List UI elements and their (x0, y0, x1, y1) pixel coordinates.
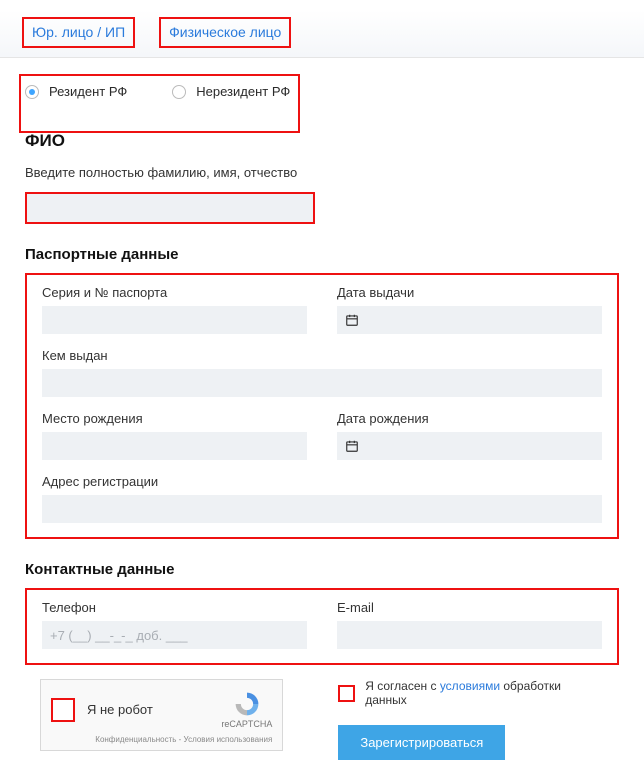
calendar-icon (345, 439, 359, 453)
tab-legal-entity[interactable]: Юр. лицо / ИП (20, 10, 137, 57)
radio-resident-rf-label: Резидент РФ (49, 84, 127, 99)
entity-type-tabs: Юр. лицо / ИП Физическое лицо (0, 10, 644, 58)
radio-indicator (25, 85, 39, 99)
passport-issued-by-label: Кем выдан (42, 348, 602, 363)
phone-label: Телефон (42, 600, 307, 615)
fio-helper: Введите полностью фамилию, имя, отчество (25, 165, 619, 180)
register-button[interactable]: Зарегистрироваться (338, 725, 505, 760)
reg-address-label: Адрес регистрации (42, 474, 602, 489)
passport-series-input[interactable] (42, 306, 307, 334)
recaptcha-checkbox[interactable] (51, 698, 75, 722)
consent-text: Я согласен с условиями обработки данных (365, 679, 604, 707)
email-label: E-mail (337, 600, 602, 615)
phone-input[interactable] (42, 621, 307, 649)
recaptcha-label: Я не робот (87, 702, 153, 717)
consent-prefix: Я согласен с (365, 679, 440, 693)
passport-series-label: Серия и № паспорта (42, 285, 307, 300)
tab-individual-label: Физическое лицо (169, 24, 281, 40)
passport-issued-by-input[interactable] (42, 369, 602, 397)
radio-nonresident-rf[interactable]: Нерезидент РФ (172, 84, 290, 99)
birth-date-label: Дата рождения (337, 411, 602, 426)
contact-fieldset: Телефон E-mail (25, 588, 619, 665)
radio-resident-rf[interactable]: Резидент РФ (25, 84, 127, 99)
passport-issue-date-input[interactable] (337, 306, 602, 334)
recaptcha-legal: Конфиденциальность - Условия использован… (51, 735, 272, 744)
recaptcha-brand: reCAPTCHA (221, 719, 272, 729)
email-input[interactable] (337, 621, 602, 649)
birth-place-label: Место рождения (42, 411, 307, 426)
fio-input[interactable] (27, 194, 313, 222)
contact-title: Контактные данные (25, 561, 619, 578)
consent-checkbox[interactable] (338, 685, 355, 702)
passport-fieldset: Серия и № паспорта Дата выдачи Кем выдан (25, 273, 619, 539)
fio-title: ФИО (25, 131, 619, 151)
tab-legal-entity-label: Юр. лицо / ИП (32, 24, 125, 40)
birth-place-input[interactable] (42, 432, 307, 460)
radio-indicator (172, 85, 186, 99)
radio-nonresident-rf-label: Нерезидент РФ (196, 84, 290, 99)
reg-address-input[interactable] (42, 495, 602, 523)
birth-date-input[interactable] (337, 432, 602, 460)
recaptcha-icon (233, 690, 261, 718)
consent-terms-link[interactable]: условиями (440, 679, 500, 693)
passport-issue-date-label: Дата выдачи (337, 285, 602, 300)
calendar-icon (345, 313, 359, 327)
consent-row: Я согласен с условиями обработки данных (338, 679, 604, 707)
passport-title: Паспортные данные (25, 246, 619, 263)
tab-individual[interactable]: Физическое лицо (157, 10, 293, 57)
recaptcha-widget[interactable]: Я не робот reCAPTCHA Конфиденциальность … (40, 679, 283, 751)
residency-radio-group: Резидент РФ Нерезидент РФ (25, 76, 290, 111)
